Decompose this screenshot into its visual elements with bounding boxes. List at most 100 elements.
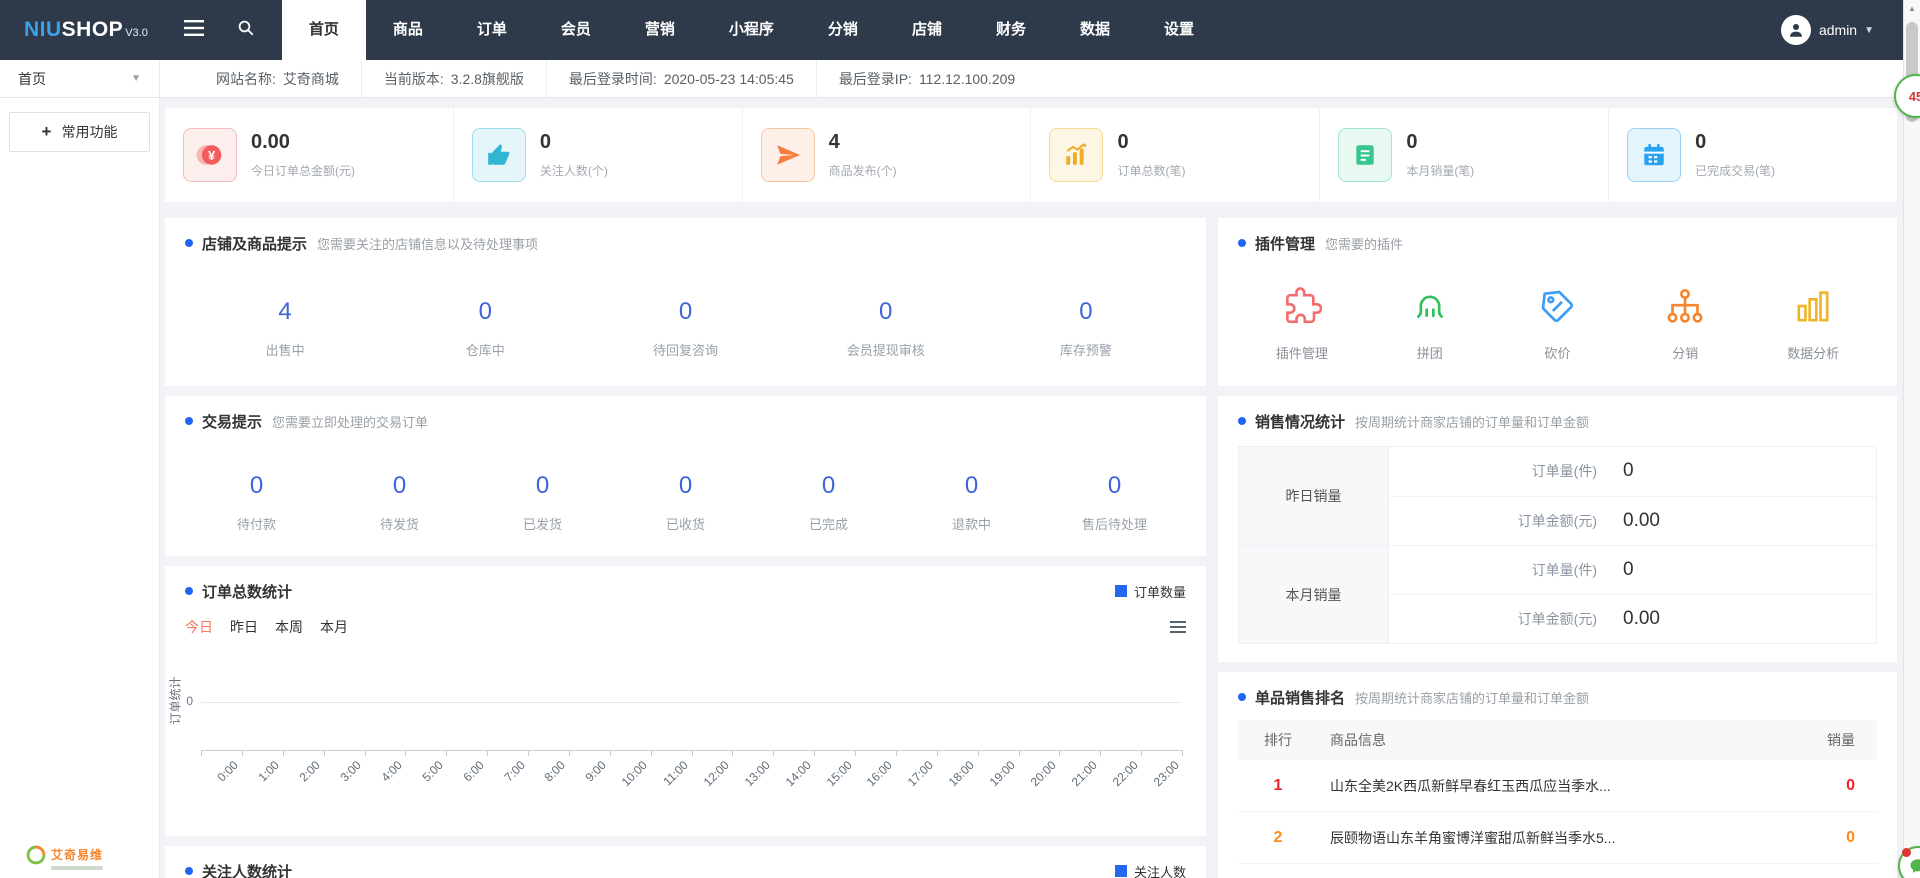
metric-stock-warning[interactable]: 0 库存预警 <box>986 298 1186 359</box>
metric-pending-shipment[interactable]: 0 待发货 <box>328 472 471 533</box>
nav-item-marketing[interactable]: 营销 <box>618 0 702 60</box>
plugin-label: 插件管理 <box>1238 343 1366 362</box>
tab-today[interactable]: 今日 <box>185 617 213 637</box>
nav-item-data[interactable]: 数据 <box>1053 0 1137 60</box>
stat-month-sales[interactable]: 0 本月销量(笔) <box>1319 108 1608 202</box>
plugin-manager-item[interactable]: 插件管理 <box>1238 286 1366 362</box>
metric-refunding[interactable]: 0 退款中 <box>900 472 1043 533</box>
legend-square-icon <box>1115 865 1127 877</box>
search-button[interactable] <box>220 0 272 60</box>
plugin-bargain-item[interactable]: 砍价 <box>1494 286 1622 362</box>
user-menu[interactable]: admin ▼ <box>1781 15 1874 45</box>
column-sales: 销量 <box>1787 730 1877 750</box>
version-info: 当前版本: 3.2.8旗舰版 <box>361 60 546 97</box>
ranking-row-1[interactable]: 1 山东全美2K西瓜新鲜早春红玉西瓜应当季水... 0 <box>1238 760 1877 812</box>
vertical-scrollbar[interactable]: ▲ ▼ <box>1903 0 1920 878</box>
plugin-distribution-item[interactable]: 分销 <box>1621 286 1749 362</box>
section-dot-icon <box>1238 693 1246 701</box>
stat-completed-trades[interactable]: 0 已完成交易(笔) <box>1608 108 1897 202</box>
user-name: admin <box>1819 22 1857 38</box>
metric-label: 库存预警 <box>986 340 1186 359</box>
nav-item-home[interactable]: 首页 <box>282 0 366 60</box>
metric-aftersale-pending[interactable]: 0 售后待处理 <box>1043 472 1186 533</box>
followers-chart-panel: 关注人数统计 关注人数 <box>165 846 1206 878</box>
version-value: 3.2.8旗舰版 <box>451 69 524 89</box>
brand-tagline <box>51 866 103 870</box>
ranking-row-2[interactable]: 2 辰颐物语山东羊角蜜博洋蜜甜瓜新鲜当季水5... 0 <box>1238 812 1877 864</box>
nav-item-distribution[interactable]: 分销 <box>801 0 885 60</box>
product-title[interactable]: 山东全美2K西瓜新鲜早春红玉西瓜应当季水... <box>1318 776 1787 796</box>
metric-shipped[interactable]: 0 已发货 <box>471 472 614 533</box>
sidebar-breadcrumb-dropdown[interactable]: 首页 ▼ <box>0 60 159 98</box>
metric-label: 售后待处理 <box>1043 514 1186 533</box>
period-label: 本月销量 <box>1239 546 1389 643</box>
nav-item-orders[interactable]: 订单 <box>450 0 534 60</box>
bar-chart-icon <box>1793 313 1833 330</box>
panel-subtitle: 按周期统计商家店铺的订单量和订单金额 <box>1355 412 1589 431</box>
nav-item-miniprogram[interactable]: 小程序 <box>702 0 801 60</box>
add-common-functions-button[interactable]: + 常用功能 <box>9 112 150 152</box>
last-login-time-info: 最后登录时间: 2020-05-23 14:05:45 <box>546 60 816 97</box>
floating-badge: 45 <box>1909 89 1920 104</box>
stat-followers[interactable]: 0 关注人数(个) <box>453 108 742 202</box>
app-logo[interactable]: NIU SHOP V3.0 <box>0 18 168 42</box>
price-tag-icon <box>1537 313 1577 330</box>
panel-title: 交易提示 <box>202 411 262 432</box>
sales-value: 0 <box>1787 829 1877 847</box>
stat-label: 本月销量(笔) <box>1406 162 1474 179</box>
metric-label: 待回复咨询 <box>585 340 785 359</box>
metric-pending-replies[interactable]: 0 待回复咨询 <box>585 298 785 359</box>
stat-today-order-amount[interactable]: ¥ 0.00 今日订单总金额(元) <box>165 108 453 202</box>
metric-value: 0 <box>900 472 1043 500</box>
nav-item-shop[interactable]: 店铺 <box>885 0 969 60</box>
metric-order-count: 订单量(件) 0 <box>1389 546 1876 594</box>
metric-on-sale[interactable]: 4 出售中 <box>185 298 385 359</box>
logo-part-2: SHOP <box>62 18 124 42</box>
nav-item-members[interactable]: 会员 <box>534 0 618 60</box>
metric-completed[interactable]: 0 已完成 <box>757 472 900 533</box>
tab-this-week[interactable]: 本周 <box>275 617 303 637</box>
metric-order-amount: 订单金额(元) 0.00 <box>1389 594 1876 643</box>
metric-value: 0 <box>385 298 585 326</box>
stat-total-orders[interactable]: 0 订单总数(笔) <box>1030 108 1319 202</box>
nav-item-finance[interactable]: 财务 <box>969 0 1053 60</box>
ranking-table-header: 排行 商品信息 销量 <box>1238 720 1877 760</box>
chevron-down-icon: ▼ <box>1864 25 1874 36</box>
y-axis-tick-label: 0 <box>173 694 193 708</box>
rank-number: 2 <box>1238 829 1318 847</box>
column-rank: 排行 <box>1238 730 1318 750</box>
panel-title: 订单总数统计 <box>202 581 292 602</box>
menu-toggle-button[interactable] <box>168 0 220 60</box>
metric-label: 仓库中 <box>385 340 585 359</box>
nav-item-goods[interactable]: 商品 <box>366 0 450 60</box>
metric-pending-payment[interactable]: 0 待付款 <box>185 472 328 533</box>
metric-label: 出售中 <box>185 340 385 359</box>
last-login-time-label: 最后登录时间: <box>569 69 657 89</box>
floating-widget-bottom[interactable] <box>1898 846 1920 878</box>
stat-label: 关注人数(个) <box>540 162 608 179</box>
last-login-ip-value: 112.12.100.209 <box>919 71 1015 87</box>
metric-received[interactable]: 0 已收货 <box>614 472 757 533</box>
nav-item-settings[interactable]: 设置 <box>1137 0 1221 60</box>
main-menu: 首页 商品 订单 会员 营销 小程序 分销 店铺 财务 数据 设置 <box>282 0 1221 60</box>
notification-dot <box>1902 848 1911 857</box>
scroll-up-arrow-icon[interactable]: ▲ <box>1904 0 1920 17</box>
chart-toolbox-icon[interactable] <box>1170 618 1186 636</box>
stat-goods-published[interactable]: 4 商品发布(个) <box>742 108 1031 202</box>
tab-this-month[interactable]: 本月 <box>320 617 348 637</box>
tab-yesterday[interactable]: 昨日 <box>230 617 258 637</box>
section-dot-icon <box>185 587 193 595</box>
search-icon <box>237 19 255 42</box>
legend-label: 订单数量 <box>1134 582 1186 601</box>
plugin-analytics-item[interactable]: 数据分析 <box>1749 286 1877 362</box>
calendar-icon <box>1627 128 1681 182</box>
metric-withdraw-review[interactable]: 0 会员提现审核 <box>786 298 986 359</box>
svg-text:¥: ¥ <box>208 148 216 163</box>
metric-in-warehouse[interactable]: 0 仓库中 <box>385 298 585 359</box>
plugin-groupbuy-item[interactable]: 拼团 <box>1366 286 1494 362</box>
metric-value: 0 <box>471 472 614 500</box>
main-content: ¥ 0.00 今日订单总金额(元) 0 关注人数(个) <box>160 98 1903 878</box>
chart-legend: 订单数量 <box>1115 582 1186 601</box>
ranking-row-3[interactable]: 3 <box>1238 864 1877 878</box>
product-title[interactable]: 辰颐物语山东羊角蜜博洋蜜甜瓜新鲜当季水5... <box>1318 828 1787 848</box>
